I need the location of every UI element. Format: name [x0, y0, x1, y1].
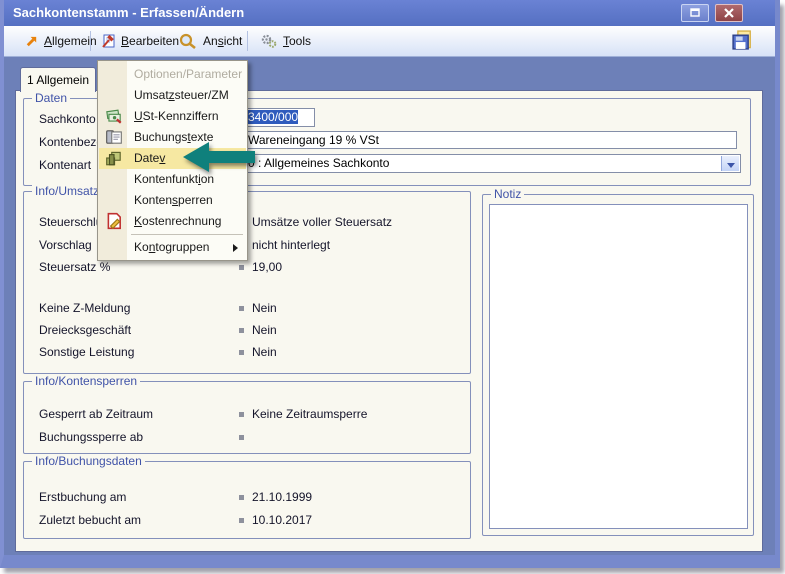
menu-item-kontogruppen[interactable]: Kontogruppen: [99, 237, 246, 258]
row-label: Sonstige Leistung: [39, 345, 134, 359]
bullet-icon: [239, 265, 244, 270]
kontenbezeichnung-input[interactable]: Wareneingang 19 % VSt: [245, 131, 737, 149]
field-value: Wareneingang 19 % VSt: [248, 133, 379, 147]
row-label: Zuletzt bebucht am: [39, 513, 141, 527]
restore-button[interactable]: [681, 4, 709, 22]
magnifier-icon: [178, 33, 198, 50]
menu-item-kontensperren[interactable]: Kontensperren: [99, 190, 246, 211]
note-pencil-icon: [105, 212, 123, 230]
clipboard-hammer-icon: [100, 33, 116, 49]
group-legend: Daten: [32, 91, 70, 105]
toolbar-label: Allgemein: [44, 34, 97, 48]
close-button[interactable]: [715, 4, 743, 22]
bullet-icon: [239, 412, 244, 417]
menu-item-umsatzsteuer-zm[interactable]: Umsatzsteuer/ZM: [99, 85, 246, 106]
row-label: Vorschlag: [39, 238, 92, 252]
row-label: Keine Z-Meldung: [39, 301, 130, 315]
row-value: Nein: [252, 345, 277, 359]
tab-1-allgemein[interactable]: 1 Allgemein: [20, 67, 96, 92]
row-value: 10.10.2017: [252, 513, 312, 527]
toolbar-button-ansicht[interactable]: Ansicht: [174, 26, 246, 56]
row-value: 21.10.1999: [252, 490, 312, 504]
row-label: Dreiecksgeschäft: [39, 323, 131, 337]
dropdown-value: 0 : Allgemeines Sachkonto: [248, 156, 389, 170]
bullet-icon: [239, 435, 244, 440]
diagonal-arrow-icon: [24, 34, 39, 49]
window-title: Sachkontenstamm - Erfassen/Ändern: [13, 5, 244, 20]
titlebar[interactable]: Sachkontenstamm - Erfassen/Ändern: [4, 0, 775, 26]
bullet-icon: [239, 328, 244, 333]
row-label: Steuersatz %: [39, 260, 110, 274]
group-info-buchungsdaten: Info/Buchungsdaten Erstbuchung am 21.10.…: [23, 461, 471, 539]
toolbar-label: Bearbeiten: [121, 34, 179, 48]
group-legend: Info/Buchungsdaten: [32, 454, 145, 468]
row-label: Gesperrt ab Zeitraum: [39, 407, 153, 421]
menu-item-optionen-parameter: Optionen/Parameter: [99, 64, 246, 85]
sachkonto-input[interactable]: 3400/000: [245, 108, 315, 127]
row-value: nicht hinterlegt: [252, 238, 330, 252]
notiz-textarea[interactable]: [489, 204, 748, 529]
toolbar-separator: [90, 31, 91, 51]
chevron-down-icon: [727, 163, 735, 168]
annotation-arrow-icon: [181, 140, 257, 174]
row-value: Umsätze voller Steuersatz: [252, 215, 392, 229]
app-window: Sachkontenstamm - Erfassen/Ändern Allgem…: [0, 0, 780, 568]
building-blocks-icon: [105, 149, 123, 167]
row-value: Keine Zeitraumsperre: [252, 407, 367, 421]
toolbar-button-tools[interactable]: Tools: [256, 26, 315, 56]
row-value: Nein: [252, 323, 277, 337]
group-info-kontensperren: Info/Kontensperren Gesperrt ab Zeitraum …: [23, 381, 471, 454]
toolbar-label: Ansicht: [203, 34, 242, 48]
toolbar-button-bearbeiten[interactable]: Bearbeiten: [96, 26, 183, 56]
restore-icon: [682, 5, 708, 21]
field-label-sachkonto: Sachkonto: [39, 112, 96, 126]
toolbar-separator: [247, 31, 248, 51]
toolbar-button-allgemein[interactable]: Allgemein: [20, 26, 101, 56]
bullet-icon: [239, 306, 244, 311]
bullet-icon: [239, 495, 244, 500]
note-device-icon: [105, 128, 123, 146]
row-value: 19,00: [252, 260, 282, 274]
group-legend: Info/Kontensperren: [32, 374, 140, 388]
submenu-arrow-icon: [233, 244, 238, 252]
toolbar-label: Tools: [283, 34, 311, 48]
save-floppy-icon: [731, 29, 753, 51]
selected-text: 3400/000: [248, 110, 298, 124]
bullet-icon: [239, 350, 244, 355]
banknotes-icon: [105, 107, 123, 125]
row-label: Buchungssperre ab: [39, 430, 143, 444]
menu-separator: [131, 234, 243, 235]
gears-icon: [260, 33, 278, 49]
group-notiz: Notiz: [482, 194, 754, 536]
dropdown-button[interactable]: [721, 156, 739, 171]
close-icon: [716, 5, 742, 21]
field-label-kontenart: Kontenart: [39, 158, 91, 172]
kontenart-dropdown[interactable]: 0 : Allgemeines Sachkonto: [245, 154, 741, 173]
save-button[interactable]: [731, 29, 755, 53]
row-value: Nein: [252, 301, 277, 315]
group-legend: Notiz: [491, 187, 524, 201]
toolbar: Allgemein Bearbeiten Ansicht: [4, 26, 775, 57]
row-label: Erstbuchung am: [39, 490, 126, 504]
bullet-icon: [239, 518, 244, 523]
